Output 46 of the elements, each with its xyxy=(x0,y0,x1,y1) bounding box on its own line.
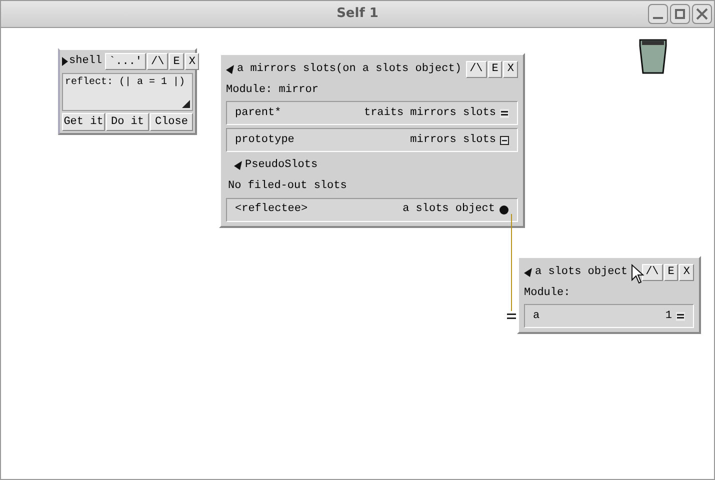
slot-name: a xyxy=(533,308,540,324)
header-button[interactable]: X xyxy=(679,264,694,280)
triangle-icon[interactable] xyxy=(234,160,243,170)
play-icon[interactable] xyxy=(62,57,68,66)
shell-title: shell xyxy=(69,54,102,70)
header-button[interactable]: `...' xyxy=(105,53,146,70)
resize-handle-icon[interactable] xyxy=(182,100,190,108)
trash-icon[interactable] xyxy=(638,38,668,74)
slot-value: mirrors slots xyxy=(410,132,496,148)
slot-value: 1 xyxy=(665,308,672,324)
mouse-cursor-icon xyxy=(631,264,645,284)
box-icon[interactable] xyxy=(500,136,509,144)
close-button[interactable] xyxy=(692,4,712,24)
header-button[interactable]: /\ xyxy=(642,264,663,280)
dot-icon[interactable] xyxy=(499,204,509,214)
maximize-button[interactable] xyxy=(670,4,690,24)
slot-name: prototype xyxy=(235,132,294,148)
action-button[interactable]: Do it xyxy=(106,113,149,131)
header-button[interactable]: /\ xyxy=(466,60,487,78)
header-button[interactable]: X xyxy=(503,60,518,78)
triangle-icon[interactable] xyxy=(524,268,533,276)
code-text: reflect: (| a = 1 |) xyxy=(65,77,186,88)
equals-icon[interactable] xyxy=(500,108,509,118)
header-button[interactable]: E xyxy=(169,53,184,70)
slot-name: <reflectee> xyxy=(235,202,308,218)
slot-name: parent* xyxy=(235,106,282,121)
slot-value: a slots object xyxy=(402,202,495,218)
action-button[interactable]: Get it xyxy=(62,113,105,131)
section-note: No filed-out slots xyxy=(227,179,348,194)
outliner-title: a slots object xyxy=(535,264,628,280)
header-button[interactable]: /\ xyxy=(147,53,168,70)
header-button[interactable]: X xyxy=(184,53,200,70)
slot-value: traits mirrors slots xyxy=(364,106,496,121)
triangle-icon[interactable] xyxy=(226,64,235,74)
minimize-button[interactable] xyxy=(648,4,668,24)
outliner-title: a mirrors slots(on a slots object) xyxy=(237,62,462,77)
code-editor[interactable]: reflect: (| a = 1 |) xyxy=(62,73,193,111)
action-button[interactable]: Close xyxy=(150,113,193,131)
header-button[interactable]: E xyxy=(664,264,678,280)
equals-icon[interactable] xyxy=(676,312,685,320)
module-label: Module: xyxy=(524,286,572,301)
window-title: Self 1 xyxy=(336,5,378,24)
equals-icon xyxy=(507,313,516,320)
module-label: Module: mirror xyxy=(226,83,320,98)
header-button[interactable]: E xyxy=(488,60,502,78)
section-title: PseudoSlots xyxy=(245,158,318,173)
